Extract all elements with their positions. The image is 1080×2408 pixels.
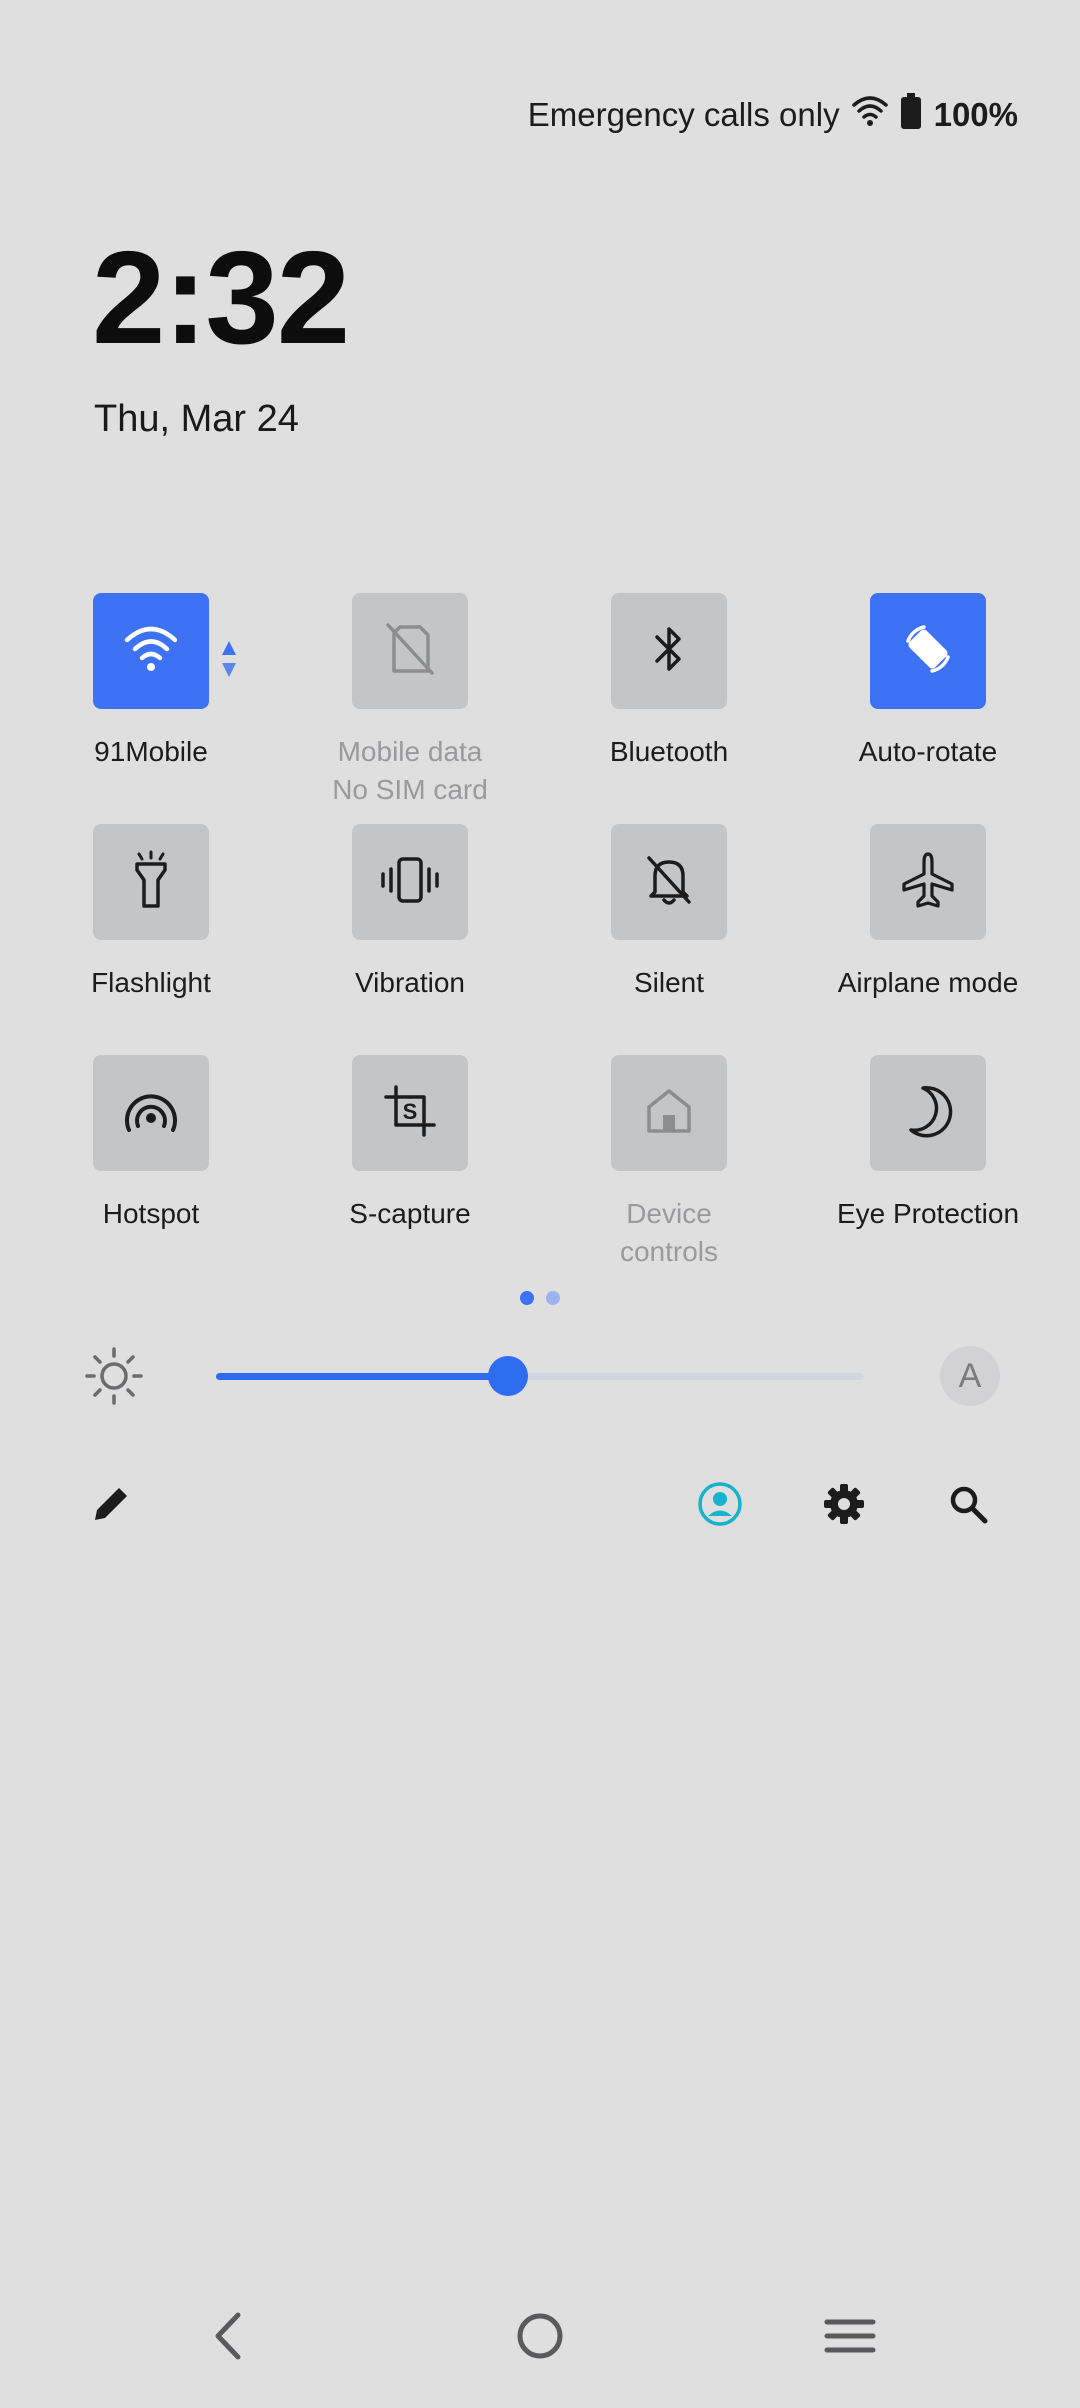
moon-icon <box>903 1084 953 1143</box>
tile-eye-protection-button[interactable] <box>870 1055 986 1171</box>
tile-silent-button[interactable] <box>611 824 727 940</box>
edit-icon <box>91 1484 131 1529</box>
tile-eye-protection[interactable]: Eye Protection <box>798 1055 1058 1233</box>
tile-hotspot[interactable]: Hotspot <box>21 1055 281 1233</box>
status-bar: Emergency calls only 100% <box>528 92 1018 138</box>
tile-airplane-button[interactable] <box>870 824 986 940</box>
brightness-slider-fill <box>216 1373 508 1380</box>
tile-bluetooth[interactable]: Bluetooth <box>539 593 799 771</box>
home-circle-icon <box>515 2311 565 2366</box>
tile-auto-rotate[interactable]: Auto-rotate <box>798 593 1058 771</box>
tile-sublabel: controls <box>619 1236 719 1267</box>
brightness-icon <box>84 1346 144 1411</box>
tile-label: Mobile data <box>337 736 483 767</box>
tile-wifi[interactable]: 91Mobile <box>21 593 281 771</box>
sim-off-icon <box>384 621 436 682</box>
auto-rotate-icon <box>898 619 958 684</box>
tile-silent[interactable]: Silent <box>539 824 799 1002</box>
auto-brightness-button[interactable]: A <box>940 1346 1000 1406</box>
brightness-control: A <box>0 1336 1080 1416</box>
navigation-bar <box>0 2268 1080 2408</box>
home-button[interactable] <box>490 2288 590 2388</box>
tile-label: Bluetooth <box>609 736 729 767</box>
wifi-icon <box>123 624 179 679</box>
tile-device-controls[interactable]: Device controls <box>539 1055 799 1271</box>
search-button[interactable] <box>938 1476 998 1536</box>
tile-wifi-button[interactable] <box>93 593 236 709</box>
user-icon <box>697 1481 743 1532</box>
page-dot-active[interactable] <box>520 1291 534 1305</box>
date: Thu, Mar 24 <box>94 398 299 440</box>
home-icon <box>643 1085 695 1142</box>
tile-bluetooth-button[interactable] <box>611 593 727 709</box>
hotspot-icon <box>121 1086 181 1141</box>
menu-icon <box>823 2316 877 2361</box>
tile-s-capture-button[interactable]: S <box>352 1055 468 1171</box>
carrier-text: Emergency calls only <box>527 96 840 133</box>
tile-label: Vibration <box>354 967 465 998</box>
tile-vibration-button[interactable] <box>352 824 468 940</box>
tile-label: 91Mobile <box>94 736 208 767</box>
tile-mobile-data[interactable]: Mobile data No SIM card <box>280 593 540 809</box>
flashlight-icon <box>129 850 173 915</box>
brightness-slider-thumb[interactable] <box>487 1356 528 1396</box>
screenshot-icon: S <box>382 1083 438 1144</box>
bell-off-icon <box>643 852 695 913</box>
tile-device-controls-button[interactable] <box>611 1055 727 1171</box>
wifi-icon <box>851 95 888 135</box>
page-indicator <box>0 1291 1080 1305</box>
svg-text:S: S <box>403 1099 418 1124</box>
tile-label: Auto-rotate <box>858 736 998 767</box>
airplane-icon <box>900 850 956 915</box>
tile-label: Silent <box>633 967 705 998</box>
tile-flashlight-button[interactable] <box>93 824 209 940</box>
clock: 2:32 <box>92 224 350 371</box>
tile-label: Eye Protection <box>836 1198 1020 1229</box>
user-button[interactable] <box>690 1476 750 1536</box>
settings-button[interactable] <box>814 1476 874 1536</box>
settings-icon <box>822 1482 866 1531</box>
tile-label: Airplane mode <box>837 967 1019 998</box>
search-icon <box>947 1483 989 1530</box>
page-dot[interactable] <box>546 1291 560 1305</box>
tile-label: Flashlight <box>91 967 211 998</box>
tile-label: Device <box>626 1198 712 1229</box>
data-activity-icon <box>221 639 237 684</box>
tile-label: S-capture <box>349 1198 471 1229</box>
battery-percent: 100% <box>933 96 1018 133</box>
brightness-slider[interactable] <box>216 1356 864 1396</box>
tile-vibration[interactable]: Vibration <box>280 824 540 1002</box>
battery-icon <box>900 93 922 137</box>
vibration-icon <box>378 855 442 910</box>
tile-flashlight[interactable]: Flashlight <box>21 824 281 1002</box>
tile-s-capture[interactable]: S S-capture <box>280 1055 540 1233</box>
tile-auto-rotate-button[interactable] <box>870 593 986 709</box>
tile-sublabel: No SIM card <box>332 774 488 805</box>
tile-hotspot-button[interactable] <box>93 1055 209 1171</box>
back-button[interactable] <box>178 2288 278 2388</box>
edit-button[interactable] <box>81 1476 141 1536</box>
tile-mobile-data-button[interactable] <box>352 593 468 709</box>
back-icon <box>208 2311 248 2366</box>
tile-label: Hotspot <box>102 1198 200 1229</box>
recents-button[interactable] <box>800 2288 900 2388</box>
tile-airplane[interactable]: Airplane mode <box>798 824 1058 1002</box>
bluetooth-icon <box>649 621 689 682</box>
